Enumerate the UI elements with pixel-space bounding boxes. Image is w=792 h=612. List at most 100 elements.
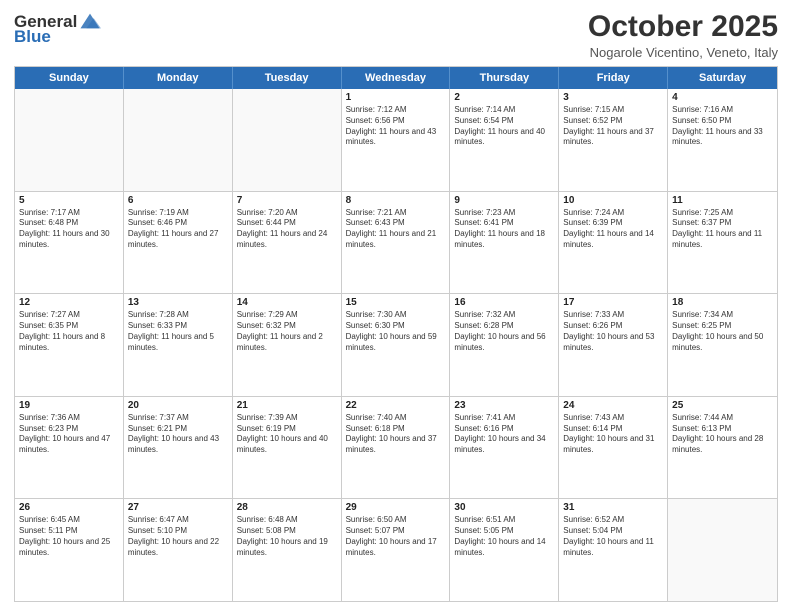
cell-info: Sunrise: 7:37 AM Sunset: 6:21 PM Dayligh… xyxy=(128,413,228,456)
day-cell-2: 2 Sunrise: 7:14 AM Sunset: 6:54 PM Daylig… xyxy=(450,89,559,191)
day-number: 17 xyxy=(563,297,663,308)
header-day-friday: Friday xyxy=(559,67,668,89)
cell-info: Sunrise: 7:15 AM Sunset: 6:52 PM Dayligh… xyxy=(563,105,663,148)
day-cell-9: 9 Sunrise: 7:23 AM Sunset: 6:41 PM Daylig… xyxy=(450,192,559,294)
day-cell-18: 18 Sunrise: 7:34 AM Sunset: 6:25 PM Dayli… xyxy=(668,294,777,396)
day-number: 5 xyxy=(19,195,119,206)
cell-info: Sunrise: 7:24 AM Sunset: 6:39 PM Dayligh… xyxy=(563,208,663,251)
day-number: 10 xyxy=(563,195,663,206)
day-cell-5: 5 Sunrise: 7:17 AM Sunset: 6:48 PM Daylig… xyxy=(15,192,124,294)
day-cell-7: 7 Sunrise: 7:20 AM Sunset: 6:44 PM Daylig… xyxy=(233,192,342,294)
header-day-sunday: Sunday xyxy=(15,67,124,89)
day-number: 8 xyxy=(346,195,446,206)
day-number: 31 xyxy=(563,502,663,513)
cell-info: Sunrise: 7:21 AM Sunset: 6:43 PM Dayligh… xyxy=(346,208,446,251)
day-number: 11 xyxy=(672,195,773,206)
day-number: 22 xyxy=(346,400,446,411)
logo-icon xyxy=(79,10,101,32)
day-cell-28: 28 Sunrise: 6:48 AM Sunset: 5:08 PM Dayli… xyxy=(233,499,342,601)
day-cell-15: 15 Sunrise: 7:30 AM Sunset: 6:30 PM Dayli… xyxy=(342,294,451,396)
cell-info: Sunrise: 7:40 AM Sunset: 6:18 PM Dayligh… xyxy=(346,413,446,456)
day-cell-23: 23Sunrise: 7:41 AM Sunset: 6:16 PM Dayli… xyxy=(450,397,559,499)
day-cell-8: 8 Sunrise: 7:21 AM Sunset: 6:43 PM Daylig… xyxy=(342,192,451,294)
cell-info: Sunrise: 7:14 AM Sunset: 6:54 PM Dayligh… xyxy=(454,105,554,148)
day-number: 28 xyxy=(237,502,337,513)
day-number: 12 xyxy=(19,297,119,308)
page: General Blue October 2025 Nogarole Vicen… xyxy=(0,0,792,612)
subtitle: Nogarole Vicentino, Veneto, Italy xyxy=(588,45,778,60)
day-cell-20: 20 Sunrise: 7:37 AM Sunset: 6:21 PM Dayli… xyxy=(124,397,233,499)
day-number: 2 xyxy=(454,92,554,103)
day-cell-19: 19Sunrise: 7:36 AM Sunset: 6:23 PM Dayli… xyxy=(15,397,124,499)
day-number: 1 xyxy=(346,92,446,103)
day-cell-29: 29Sunrise: 6:50 AM Sunset: 5:07 PM Dayli… xyxy=(342,499,451,601)
cell-info: Sunrise: 7:12 AM Sunset: 6:56 PM Dayligh… xyxy=(346,105,446,148)
calendar-row-1: 5 Sunrise: 7:17 AM Sunset: 6:48 PM Daylig… xyxy=(15,191,777,294)
day-number: 9 xyxy=(454,195,554,206)
day-number: 30 xyxy=(454,502,554,513)
day-number: 15 xyxy=(346,297,446,308)
cell-info: Sunrise: 7:29 AM Sunset: 6:32 PM Dayligh… xyxy=(237,310,337,353)
logo-blue: Blue xyxy=(14,28,51,45)
day-cell-17: 17 Sunrise: 7:33 AM Sunset: 6:26 PM Dayli… xyxy=(559,294,668,396)
cell-info: Sunrise: 7:19 AM Sunset: 6:46 PM Dayligh… xyxy=(128,208,228,251)
day-number: 29 xyxy=(346,502,446,513)
calendar-row-2: 12 Sunrise: 7:27 AM Sunset: 6:35 PM Dayli… xyxy=(15,293,777,396)
day-cell-4: 4Sunrise: 7:16 AM Sunset: 6:50 PM Daylig… xyxy=(668,89,777,191)
day-number: 21 xyxy=(237,400,337,411)
cell-info: Sunrise: 6:52 AM Sunset: 5:04 PM Dayligh… xyxy=(563,515,663,558)
day-number: 20 xyxy=(128,400,228,411)
day-number: 6 xyxy=(128,195,228,206)
cell-info: Sunrise: 7:23 AM Sunset: 6:41 PM Dayligh… xyxy=(454,208,554,251)
cell-info: Sunrise: 7:33 AM Sunset: 6:26 PM Dayligh… xyxy=(563,310,663,353)
day-number: 7 xyxy=(237,195,337,206)
calendar: SundayMondayTuesdayWednesdayThursdayFrid… xyxy=(14,66,778,602)
cell-info: Sunrise: 7:28 AM Sunset: 6:33 PM Dayligh… xyxy=(128,310,228,353)
day-number: 23 xyxy=(454,400,554,411)
header: General Blue October 2025 Nogarole Vicen… xyxy=(14,10,778,60)
cell-info: Sunrise: 7:39 AM Sunset: 6:19 PM Dayligh… xyxy=(237,413,337,456)
day-number: 18 xyxy=(672,297,773,308)
day-cell-11: 11 Sunrise: 7:25 AM Sunset: 6:37 PM Dayli… xyxy=(668,192,777,294)
logo: General Blue xyxy=(14,10,101,45)
cell-info: Sunrise: 7:30 AM Sunset: 6:30 PM Dayligh… xyxy=(346,310,446,353)
cell-info: Sunrise: 7:16 AM Sunset: 6:50 PM Dayligh… xyxy=(672,105,773,148)
cell-info: Sunrise: 6:45 AM Sunset: 5:11 PM Dayligh… xyxy=(19,515,119,558)
day-number: 14 xyxy=(237,297,337,308)
day-cell-6: 6 Sunrise: 7:19 AM Sunset: 6:46 PM Daylig… xyxy=(124,192,233,294)
day-number: 3 xyxy=(563,92,663,103)
cell-info: Sunrise: 7:34 AM Sunset: 6:25 PM Dayligh… xyxy=(672,310,773,353)
calendar-body: 1 Sunrise: 7:12 AM Sunset: 6:56 PM Daylig… xyxy=(15,89,777,601)
day-cell-14: 14 Sunrise: 7:29 AM Sunset: 6:32 PM Dayli… xyxy=(233,294,342,396)
cell-info: Sunrise: 6:47 AM Sunset: 5:10 PM Dayligh… xyxy=(128,515,228,558)
cell-info: Sunrise: 7:25 AM Sunset: 6:37 PM Dayligh… xyxy=(672,208,773,251)
calendar-row-4: 26 Sunrise: 6:45 AM Sunset: 5:11 PM Dayli… xyxy=(15,498,777,601)
cell-info: Sunrise: 7:17 AM Sunset: 6:48 PM Dayligh… xyxy=(19,208,119,251)
day-number: 25 xyxy=(672,400,773,411)
header-day-tuesday: Tuesday xyxy=(233,67,342,89)
cell-info: Sunrise: 6:48 AM Sunset: 5:08 PM Dayligh… xyxy=(237,515,337,558)
day-number: 16 xyxy=(454,297,554,308)
day-number: 24 xyxy=(563,400,663,411)
cell-info: Sunrise: 7:44 AM Sunset: 6:13 PM Dayligh… xyxy=(672,413,773,456)
calendar-row-0: 1 Sunrise: 7:12 AM Sunset: 6:56 PM Daylig… xyxy=(15,89,777,191)
title-block: October 2025 Nogarole Vicentino, Veneto,… xyxy=(588,10,778,60)
day-number: 26 xyxy=(19,502,119,513)
header-day-monday: Monday xyxy=(124,67,233,89)
day-cell-22: 22 Sunrise: 7:40 AM Sunset: 6:18 PM Dayli… xyxy=(342,397,451,499)
day-cell-31: 31 Sunrise: 6:52 AM Sunset: 5:04 PM Dayli… xyxy=(559,499,668,601)
day-cell-3: 3 Sunrise: 7:15 AM Sunset: 6:52 PM Daylig… xyxy=(559,89,668,191)
cell-info: Sunrise: 6:51 AM Sunset: 5:05 PM Dayligh… xyxy=(454,515,554,558)
empty-cell xyxy=(233,89,342,191)
cell-info: Sunrise: 7:43 AM Sunset: 6:14 PM Dayligh… xyxy=(563,413,663,456)
day-cell-1: 1 Sunrise: 7:12 AM Sunset: 6:56 PM Daylig… xyxy=(342,89,451,191)
day-number: 13 xyxy=(128,297,228,308)
calendar-header: SundayMondayTuesdayWednesdayThursdayFrid… xyxy=(15,67,777,89)
header-day-thursday: Thursday xyxy=(450,67,559,89)
day-cell-26: 26 Sunrise: 6:45 AM Sunset: 5:11 PM Dayli… xyxy=(15,499,124,601)
day-cell-16: 16Sunrise: 7:32 AM Sunset: 6:28 PM Dayli… xyxy=(450,294,559,396)
cell-info: Sunrise: 7:20 AM Sunset: 6:44 PM Dayligh… xyxy=(237,208,337,251)
day-cell-10: 10 Sunrise: 7:24 AM Sunset: 6:39 PM Dayli… xyxy=(559,192,668,294)
header-day-saturday: Saturday xyxy=(668,67,777,89)
cell-info: Sunrise: 7:27 AM Sunset: 6:35 PM Dayligh… xyxy=(19,310,119,353)
